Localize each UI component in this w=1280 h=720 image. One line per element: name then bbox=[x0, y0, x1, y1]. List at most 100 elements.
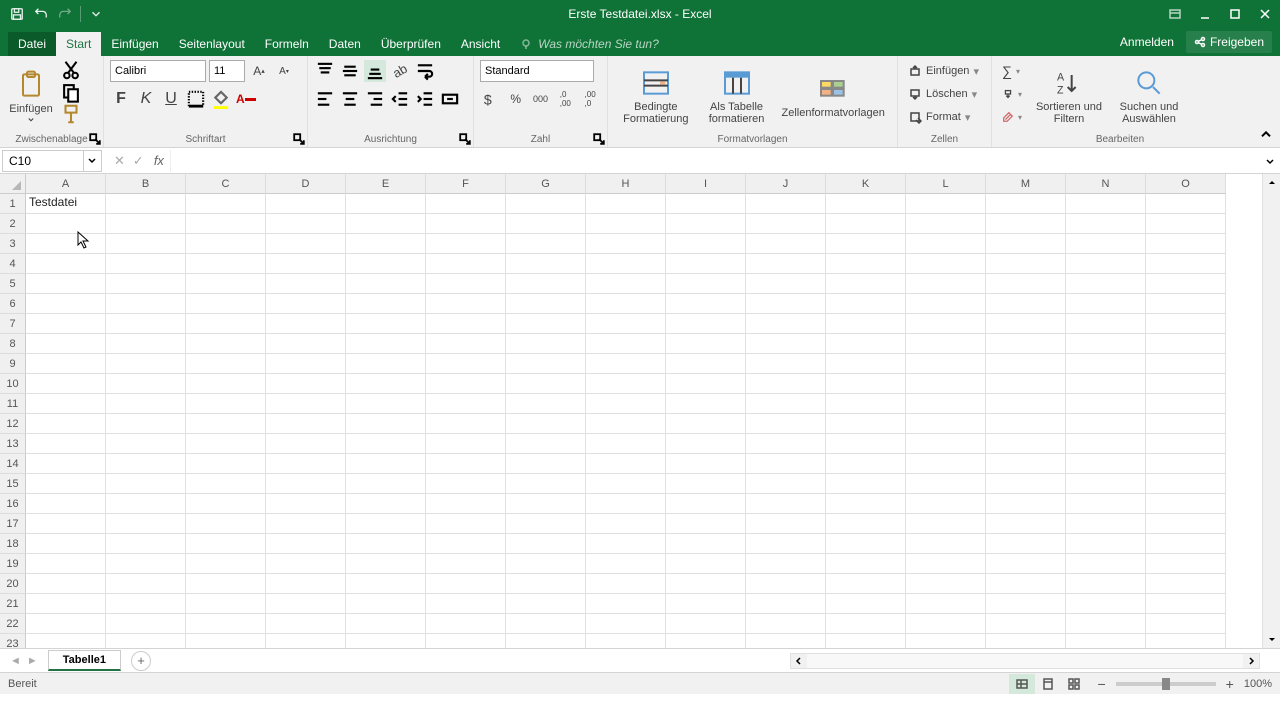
tab-insert[interactable]: Einfügen bbox=[101, 32, 168, 56]
cell[interactable] bbox=[746, 254, 826, 274]
align-center-icon[interactable] bbox=[339, 88, 361, 110]
cell[interactable] bbox=[1146, 414, 1226, 434]
cell[interactable] bbox=[1146, 574, 1226, 594]
add-sheet-icon[interactable]: + bbox=[131, 651, 151, 671]
cell[interactable] bbox=[506, 534, 586, 554]
cell[interactable] bbox=[106, 554, 186, 574]
cell[interactable] bbox=[986, 314, 1066, 334]
cell[interactable] bbox=[906, 294, 986, 314]
merge-icon[interactable] bbox=[439, 88, 461, 110]
cell[interactable] bbox=[986, 214, 1066, 234]
cell[interactable] bbox=[186, 474, 266, 494]
row-header[interactable]: 4 bbox=[0, 254, 26, 274]
cell[interactable] bbox=[826, 214, 906, 234]
cell[interactable] bbox=[826, 394, 906, 414]
cell[interactable] bbox=[266, 334, 346, 354]
cell[interactable] bbox=[1146, 614, 1226, 634]
cell[interactable] bbox=[746, 434, 826, 454]
row-header[interactable]: 19 bbox=[0, 554, 26, 574]
cell[interactable] bbox=[106, 194, 186, 214]
column-header[interactable]: G bbox=[506, 174, 586, 194]
cell[interactable] bbox=[426, 474, 506, 494]
cell[interactable] bbox=[106, 334, 186, 354]
cell[interactable] bbox=[826, 494, 906, 514]
cell[interactable] bbox=[906, 394, 986, 414]
cell[interactable] bbox=[266, 554, 346, 574]
cell[interactable] bbox=[746, 534, 826, 554]
cell[interactable] bbox=[586, 374, 666, 394]
cell[interactable] bbox=[746, 514, 826, 534]
zoom-in-icon[interactable]: + bbox=[1226, 676, 1234, 692]
cell[interactable] bbox=[426, 594, 506, 614]
cell[interactable] bbox=[186, 294, 266, 314]
cell[interactable] bbox=[266, 434, 346, 454]
column-header[interactable]: E bbox=[346, 174, 426, 194]
percent-icon[interactable]: % bbox=[505, 88, 527, 110]
cell[interactable] bbox=[186, 434, 266, 454]
cell[interactable] bbox=[186, 334, 266, 354]
cell[interactable] bbox=[426, 314, 506, 334]
cell[interactable] bbox=[506, 454, 586, 474]
row-header[interactable]: 9 bbox=[0, 354, 26, 374]
align-bottom-icon[interactable] bbox=[364, 60, 386, 82]
cell[interactable] bbox=[506, 294, 586, 314]
save-icon[interactable] bbox=[8, 5, 26, 23]
cell[interactable] bbox=[26, 234, 106, 254]
cell[interactable] bbox=[266, 414, 346, 434]
cell[interactable] bbox=[986, 234, 1066, 254]
dialog-launcher-icon[interactable] bbox=[293, 133, 305, 145]
cell[interactable] bbox=[186, 194, 266, 214]
conditional-format-button[interactable]: Bedingte Formatierung bbox=[614, 60, 698, 132]
cell[interactable] bbox=[826, 314, 906, 334]
cell[interactable] bbox=[1066, 494, 1146, 514]
cell[interactable] bbox=[1066, 434, 1146, 454]
cell[interactable] bbox=[666, 334, 746, 354]
cell[interactable] bbox=[1146, 254, 1226, 274]
cell[interactable] bbox=[1146, 214, 1226, 234]
cell[interactable] bbox=[506, 394, 586, 414]
cell[interactable] bbox=[186, 214, 266, 234]
cell[interactable] bbox=[906, 574, 986, 594]
cell[interactable] bbox=[106, 514, 186, 534]
cell[interactable] bbox=[346, 594, 426, 614]
tellme-search[interactable]: Was möchten Sie tun? bbox=[510, 32, 669, 56]
zoom-slider[interactable] bbox=[1116, 682, 1216, 686]
cell[interactable] bbox=[1066, 554, 1146, 574]
cell[interactable] bbox=[986, 554, 1066, 574]
cell[interactable] bbox=[826, 474, 906, 494]
cell[interactable] bbox=[746, 394, 826, 414]
cell[interactable] bbox=[666, 394, 746, 414]
dialog-launcher-icon[interactable] bbox=[89, 133, 101, 145]
cell[interactable] bbox=[26, 534, 106, 554]
cell[interactable] bbox=[906, 374, 986, 394]
underline-icon[interactable]: U bbox=[160, 88, 182, 110]
cell[interactable] bbox=[26, 394, 106, 414]
cell[interactable] bbox=[986, 354, 1066, 374]
row-header[interactable]: 22 bbox=[0, 614, 26, 634]
cell[interactable] bbox=[186, 574, 266, 594]
row-header[interactable]: 15 bbox=[0, 474, 26, 494]
cell[interactable] bbox=[426, 254, 506, 274]
scroll-down-icon[interactable] bbox=[1263, 630, 1280, 648]
cell[interactable] bbox=[106, 474, 186, 494]
cell[interactable] bbox=[1146, 494, 1226, 514]
cell[interactable] bbox=[26, 274, 106, 294]
cell[interactable] bbox=[826, 414, 906, 434]
cell[interactable] bbox=[106, 454, 186, 474]
cell[interactable] bbox=[106, 414, 186, 434]
cell[interactable] bbox=[346, 234, 426, 254]
cell[interactable] bbox=[26, 474, 106, 494]
cell[interactable] bbox=[26, 434, 106, 454]
cell[interactable] bbox=[1146, 554, 1226, 574]
cancel-formula-icon[interactable]: ✕ bbox=[114, 153, 125, 169]
cell[interactable] bbox=[266, 454, 346, 474]
cell[interactable] bbox=[1066, 254, 1146, 274]
cell[interactable] bbox=[986, 534, 1066, 554]
cell[interactable] bbox=[1066, 574, 1146, 594]
column-header[interactable]: C bbox=[186, 174, 266, 194]
cell[interactable] bbox=[426, 554, 506, 574]
cell[interactable] bbox=[826, 234, 906, 254]
cell[interactable] bbox=[426, 514, 506, 534]
cell[interactable] bbox=[666, 614, 746, 634]
cell[interactable] bbox=[906, 554, 986, 574]
